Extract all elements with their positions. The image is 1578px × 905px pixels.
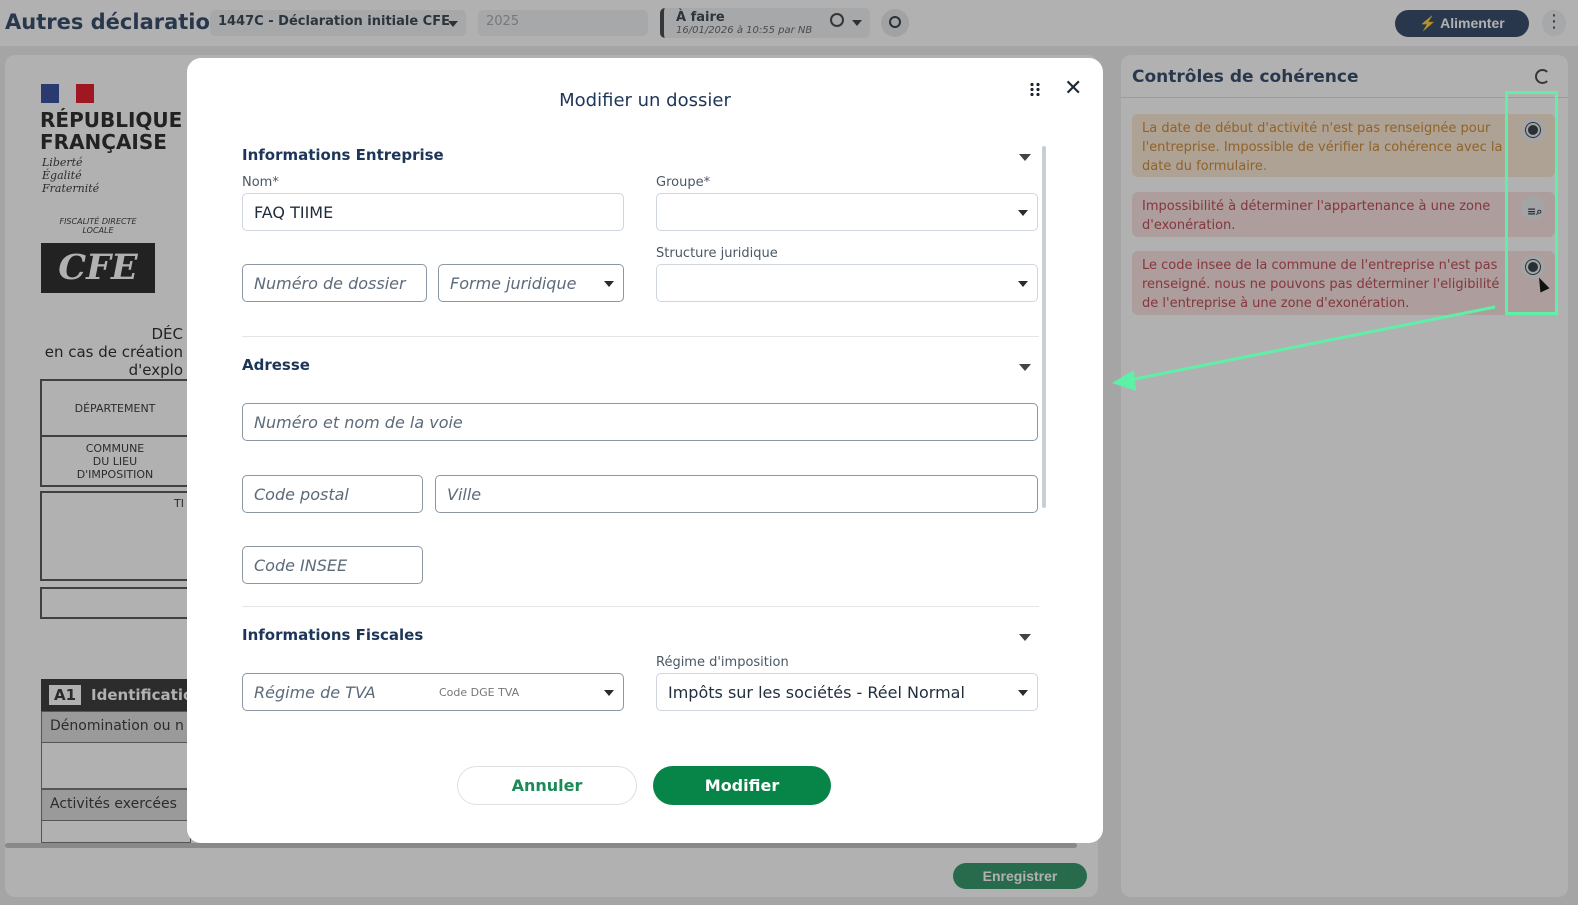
annotation-arrow	[1112, 305, 1496, 391]
